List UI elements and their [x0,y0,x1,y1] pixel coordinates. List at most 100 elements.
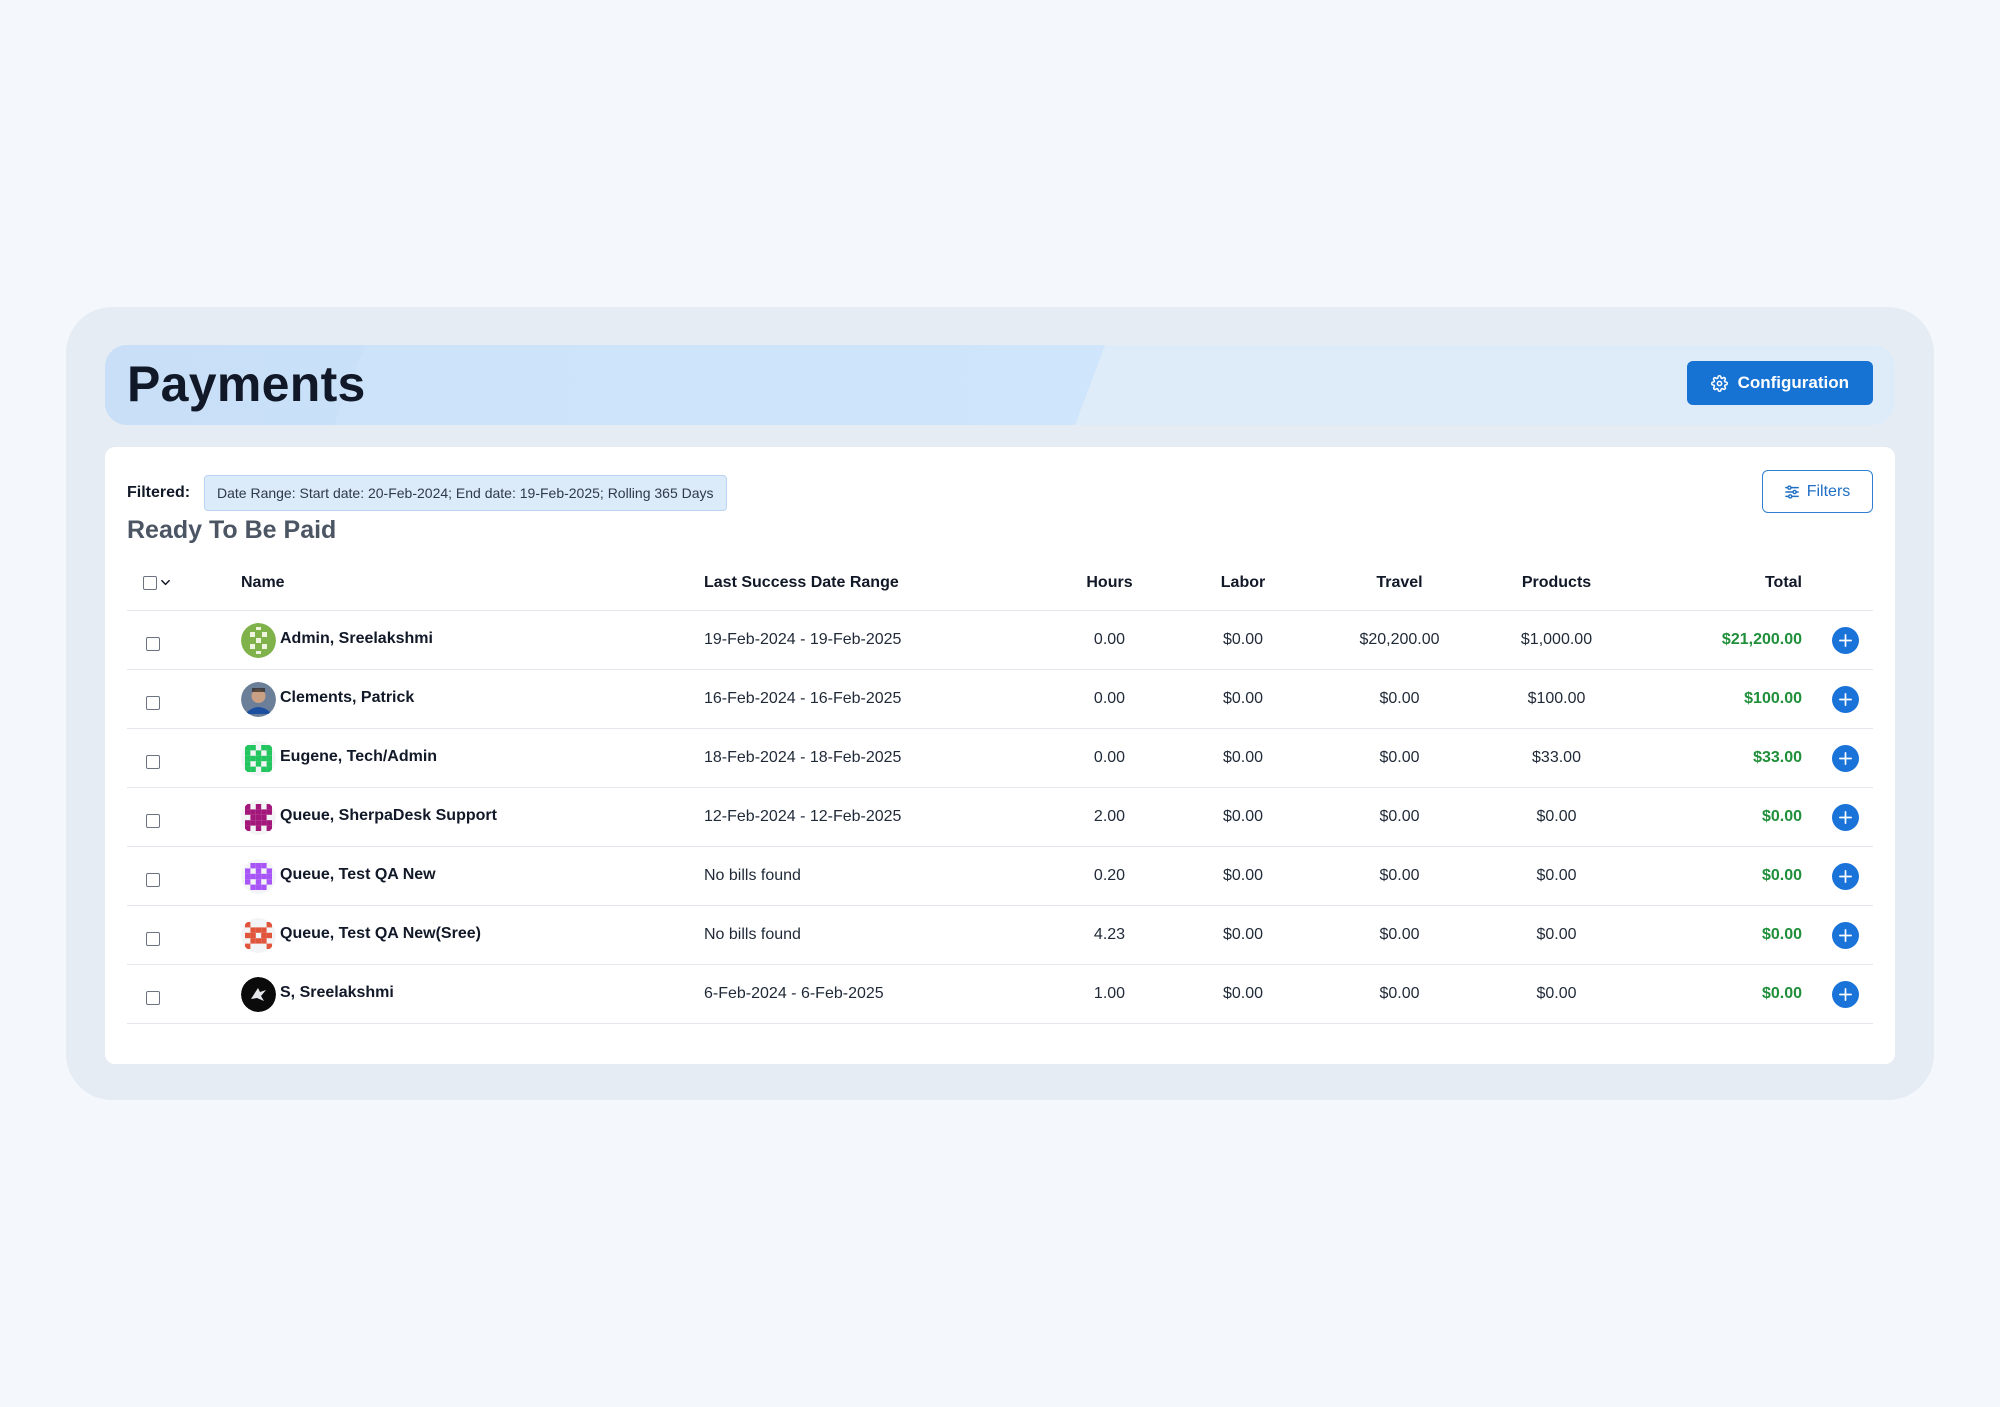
column-header-name[interactable]: Name [241,574,704,592]
row-checkbox[interactable] [146,637,160,651]
row-labor: $0.00 [1222,985,1264,1002]
row-products: $0.00 [1536,808,1577,825]
row-products: $0.00 [1536,867,1577,884]
section-title: Ready To Be Paid [127,516,337,544]
payments-card: Filtered: Date Range: Start date: 20-Feb… [105,447,1895,1064]
row-products: $1,000.00 [1520,631,1593,648]
add-payment-button[interactable] [1832,685,1859,713]
gear-icon [1710,374,1728,392]
row-labor: $0.00 [1222,631,1264,648]
column-header-products[interactable]: Products [1487,574,1626,592]
add-payment-button[interactable] [1832,744,1859,772]
filtered-label: Filtered: [127,484,191,501]
row-labor: $0.00 [1222,808,1264,825]
row-date-range: 6-Feb-2024 - 6-Feb-2025 [704,985,884,1002]
configuration-label: Configuration [1737,373,1849,392]
filters-label: Filters [1806,482,1851,500]
row-name[interactable]: Clements, Patrick [280,689,414,707]
row-total: $100.00 [1744,690,1802,707]
row-travel: $0.00 [1379,926,1420,943]
column-header-range[interactable]: Last Success Date Range [704,574,1045,592]
row-travel: $0.00 [1379,808,1420,825]
plus-icon [1839,869,1852,883]
row-hours: 0.20 [1093,867,1126,884]
row-travel: $0.00 [1379,749,1420,766]
row-checkbox[interactable] [146,696,160,710]
row-labor: $0.00 [1222,749,1264,766]
column-header-hours[interactable]: Hours [1045,574,1174,592]
filter-chip[interactable]: Date Range: Start date: 20-Feb-2024; End… [204,475,727,511]
row-products: $33.00 [1532,749,1581,766]
column-header-labor[interactable]: Labor [1174,574,1312,592]
row-products: $0.00 [1536,985,1577,1002]
row-checkbox[interactable] [146,873,160,887]
row-hours: 0.00 [1093,631,1126,648]
row-total: $21,200.00 [1721,631,1802,648]
sliders-icon [1784,484,1799,499]
row-checkbox[interactable] [146,932,160,946]
plus-icon [1839,928,1852,942]
row-total: $0.00 [1761,808,1802,825]
configuration-button[interactable]: Configuration [1686,361,1873,405]
table-row[interactable]: S, Sreelakshmi 6-Feb-2024 - 6-Feb-2025 1… [127,965,1873,1024]
chevron-down-icon[interactable] [160,577,171,588]
avatar [241,976,276,1012]
select-all-checkbox[interactable] [143,575,157,590]
row-date-range: No bills found [704,867,801,884]
add-payment-button[interactable] [1832,921,1859,949]
row-date-range: No bills found [704,926,801,943]
add-payment-button[interactable] [1832,980,1859,1008]
avatar [241,681,276,717]
row-travel: $0.00 [1379,690,1420,707]
table-row[interactable]: Clements, Patrick 16-Feb-2024 - 16-Feb-2… [127,670,1873,729]
avatar [241,740,276,776]
row-checkbox[interactable] [146,814,160,828]
filters-button[interactable]: Filters [1762,470,1873,513]
row-travel: $20,200.00 [1359,631,1440,648]
column-header-travel[interactable]: Travel [1312,574,1487,592]
payments-table: Name Last Success Date Range Hours Labor… [127,555,1873,1024]
row-labor: $0.00 [1222,867,1264,884]
column-header-total[interactable]: Total [1626,574,1802,592]
page-header: Payments Configuration [105,345,1895,425]
row-total: $0.00 [1761,985,1802,1002]
page-title: Payments [127,356,366,412]
row-name[interactable]: Eugene, Tech/Admin [280,748,437,766]
avatar [241,858,276,894]
row-products: $0.00 [1536,926,1577,943]
table-row[interactable]: Admin, Sreelakshmi 19-Feb-2024 - 19-Feb-… [127,611,1873,670]
row-travel: $0.00 [1379,867,1420,884]
table-row[interactable]: Queue, Test QA New(Sree) No bills found … [127,906,1873,965]
row-hours: 2.00 [1093,808,1126,825]
row-name[interactable]: S, Sreelakshmi [280,984,394,1002]
row-total: $0.00 [1761,867,1802,884]
row-hours: 0.00 [1093,749,1126,766]
row-checkbox[interactable] [146,755,160,769]
table-row[interactable]: Eugene, Tech/Admin 18-Feb-2024 - 18-Feb-… [127,729,1873,788]
row-labor: $0.00 [1222,926,1264,943]
table-row[interactable]: Queue, Test QA New No bills found 0.20 $… [127,847,1873,906]
add-payment-button[interactable] [1832,803,1859,831]
row-name[interactable]: Queue, Test QA New [280,866,436,884]
row-labor: $0.00 [1222,690,1264,707]
avatar [241,917,276,953]
row-hours: 4.23 [1093,926,1126,943]
row-name[interactable]: Queue, SherpaDesk Support [280,807,497,825]
add-payment-button[interactable] [1832,626,1859,654]
row-total: $33.00 [1753,749,1802,766]
plus-icon [1839,987,1852,1001]
avatar [241,799,276,835]
row-travel: $0.00 [1379,985,1420,1002]
table-row[interactable]: Queue, SherpaDesk Support 12-Feb-2024 - … [127,788,1873,847]
plus-icon [1839,751,1852,765]
row-name[interactable]: Queue, Test QA New(Sree) [280,925,481,943]
plus-icon [1839,810,1852,824]
row-checkbox[interactable] [146,991,160,1005]
row-date-range: 16-Feb-2024 - 16-Feb-2025 [704,690,902,707]
row-hours: 0.00 [1093,690,1126,707]
row-name[interactable]: Admin, Sreelakshmi [280,630,433,648]
plus-icon [1839,633,1852,647]
plus-icon [1839,692,1852,706]
add-payment-button[interactable] [1832,862,1859,890]
avatar [241,622,276,658]
